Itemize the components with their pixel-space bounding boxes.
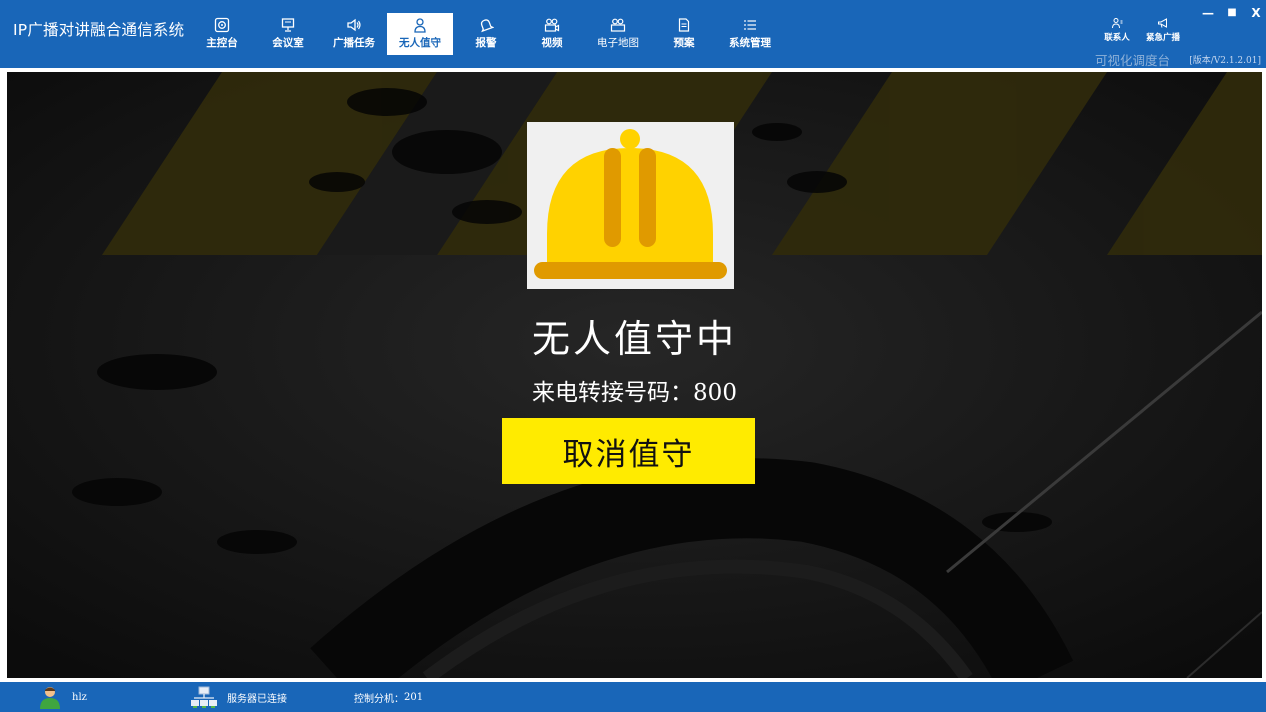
- nav-tab-label: 会议室: [272, 37, 304, 49]
- emergency-broadcast-button[interactable]: 紧急广播: [1143, 15, 1183, 45]
- map-icon: [610, 18, 626, 32]
- current-user: hlz: [38, 682, 87, 712]
- maximize-button[interactable]: ■: [1222, 4, 1242, 22]
- unattended-panel: 无人值守中 来电转接号码：800 取消值守: [7, 72, 1262, 678]
- document-icon: [678, 18, 690, 32]
- speaker-icon: [347, 18, 361, 32]
- video-icon: [544, 18, 560, 32]
- cancel-unattended-button[interactable]: 取消值守: [502, 418, 755, 484]
- call-forward-number: 800: [693, 380, 737, 406]
- version-label: [版本/V2.1.2.01]: [1189, 56, 1261, 66]
- nav-tab-system-management[interactable]: 系统管理: [717, 13, 783, 55]
- emergency-broadcast-label: 紧急广播: [1145, 33, 1180, 43]
- call-forward-label: 来电转接号码：: [532, 380, 694, 406]
- nav-tab-dashboard[interactable]: 主控台: [189, 13, 255, 55]
- close-button[interactable]: X: [1246, 4, 1266, 22]
- contacts-icon: [1112, 18, 1123, 29]
- megaphone-icon: [1158, 18, 1167, 28]
- nav-tab-broadcast-task[interactable]: 广播任务: [321, 13, 387, 55]
- nav-tab-alarm[interactable]: 报警: [453, 13, 519, 55]
- server-status: 服务器已连接: [191, 682, 287, 712]
- contacts-label: 联系人: [1104, 33, 1130, 43]
- call-forward-info: 来电转接号码：800: [7, 373, 1262, 407]
- user-avatar-icon: [40, 687, 60, 709]
- status-bar: hlz 服务器已连接 控制分机： 201: [0, 682, 1266, 712]
- dispatch-console-label: 可视化调度台: [1094, 53, 1170, 68]
- nav-tab-plan[interactable]: 预案: [651, 13, 717, 55]
- minimize-button[interactable]: —: [1198, 4, 1218, 22]
- alarm-bell-icon: [480, 19, 494, 33]
- server-status-text: 服务器已连接: [227, 693, 287, 705]
- meeting-icon: [281, 18, 295, 32]
- nav-tab-label: 主控台: [206, 37, 238, 49]
- dashboard-icon: [214, 17, 230, 33]
- nav-tab-electronic-map[interactable]: 电子地图: [585, 13, 651, 55]
- nav-tab-label: 无人值守: [399, 37, 441, 49]
- list-icon: [744, 20, 756, 30]
- title-bar: IP广播对讲融合通信系统 主控台 会议室 广播任务 无人值守 报警 视频 电子地…: [0, 0, 1266, 68]
- current-user-name: hlz: [72, 691, 87, 703]
- nav-tab-unattended[interactable]: 无人值守: [387, 13, 453, 55]
- user-icon: [414, 18, 426, 33]
- control-extension-label: 控制分机：: [354, 693, 404, 705]
- contacts-button[interactable]: 联系人: [1097, 15, 1137, 45]
- nav-tab-label: 预案: [673, 37, 695, 49]
- hard-hat-icon: [534, 129, 727, 279]
- nav-tab-video[interactable]: 视频: [519, 13, 585, 55]
- nav-tab-label: 视频: [541, 37, 563, 49]
- app-title: IP广播对讲融合通信系统: [13, 21, 185, 39]
- hard-hat-card: [527, 122, 734, 289]
- control-extension-number: 201: [404, 691, 424, 703]
- server-network-icon: [191, 686, 217, 708]
- nav-tab-label: 电子地图: [597, 37, 639, 49]
- control-extension: 控制分机： 201: [354, 682, 423, 712]
- unattended-status-title: 无人值守中: [531, 317, 737, 361]
- nav-tab-label: 报警: [475, 37, 497, 49]
- nav-tab-meeting-room[interactable]: 会议室: [255, 13, 321, 55]
- nav-tab-label: 广播任务: [333, 37, 375, 49]
- nav-tab-label: 系统管理: [729, 37, 771, 49]
